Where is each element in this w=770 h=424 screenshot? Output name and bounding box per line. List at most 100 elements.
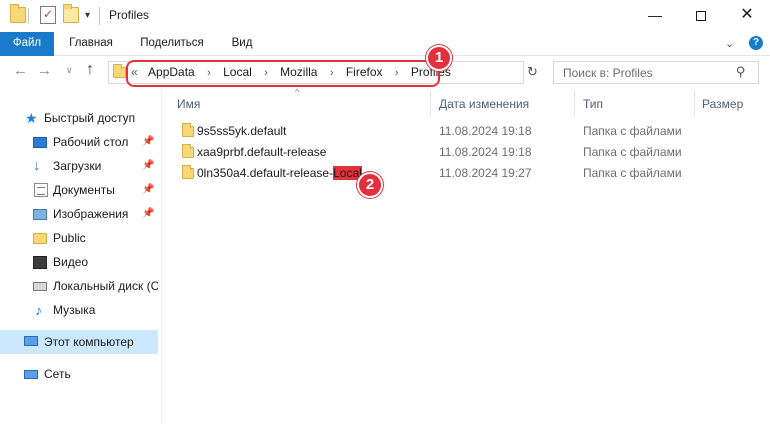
music-icon: ♪ bbox=[35, 302, 42, 318]
column-header-name[interactable]: Имя bbox=[177, 93, 200, 115]
maximize-button[interactable] bbox=[678, 0, 724, 32]
sidebar-item-pictures[interactable]: Изображения 📌 bbox=[0, 202, 158, 226]
tab-home[interactable]: Главная bbox=[60, 32, 122, 56]
navigation-pane: ★ Быстрый доступ Рабочий стол 📌 ↓ Загруз… bbox=[0, 90, 158, 424]
table-row[interactable]: xaa9prbf.default-release 11.08.2024 19:1… bbox=[162, 142, 770, 163]
file-date: 11.08.2024 19:27 bbox=[439, 166, 532, 180]
chevron-right-icon[interactable]: › bbox=[330, 63, 334, 84]
file-list: ^ Имя Дата изменения Тип Размер 9s5ss5yk… bbox=[162, 87, 770, 424]
search-input[interactable]: Поиск в: Profiles ⚲ bbox=[553, 61, 759, 84]
recent-locations-chevron-icon[interactable]: ∨ bbox=[66, 65, 73, 76]
sidebar-item-label: Музыка bbox=[53, 303, 96, 317]
tab-share[interactable]: Поделиться bbox=[132, 32, 212, 56]
column-header-type[interactable]: Тип bbox=[583, 93, 603, 115]
column-divider[interactable] bbox=[430, 90, 431, 116]
pin-icon[interactable]: 📌 bbox=[142, 130, 154, 154]
breadcrumb-appdata[interactable]: AppData bbox=[148, 62, 195, 83]
pin-icon[interactable]: 📌 bbox=[142, 202, 154, 226]
title-divider bbox=[99, 7, 100, 25]
file-name: xaa9prbf.default-release bbox=[197, 145, 327, 159]
file-name: 9s5ss5yk.default bbox=[197, 124, 287, 138]
address-bar[interactable]: « AppData › Local › Mozilla › Firefox › … bbox=[108, 61, 627, 84]
download-icon: ↓ bbox=[33, 157, 41, 174]
file-name-highlight: Local bbox=[333, 166, 362, 180]
chevron-right-icon[interactable]: › bbox=[264, 63, 268, 84]
properties-icon[interactable] bbox=[40, 6, 56, 24]
sidebar-item-label: Быстрый доступ bbox=[44, 111, 136, 125]
chevron-right-icon[interactable]: › bbox=[395, 63, 399, 84]
disk-icon bbox=[33, 282, 47, 291]
folder-icon[interactable] bbox=[10, 4, 26, 23]
pin-icon[interactable]: 📌 bbox=[142, 154, 154, 178]
up-button[interactable]: ↑ bbox=[86, 61, 94, 79]
toolbar-divider bbox=[28, 8, 29, 24]
back-button[interactable]: ← bbox=[13, 62, 28, 79]
forward-button[interactable]: → bbox=[37, 62, 52, 79]
video-icon bbox=[33, 256, 47, 269]
sidebar-item-label: Изображения bbox=[53, 207, 129, 221]
close-button[interactable]: ✕ bbox=[724, 0, 770, 32]
file-type: Папка с файлами bbox=[583, 124, 682, 138]
search-placeholder: Поиск в: Profiles bbox=[563, 66, 653, 80]
table-row[interactable]: 9s5ss5yk.default 11.08.2024 19:18 Папка … bbox=[162, 121, 770, 142]
breadcrumb-overflow-icon[interactable]: « bbox=[131, 62, 138, 83]
file-date: 11.08.2024 19:18 bbox=[439, 145, 532, 159]
annotation-badge-2: 2 bbox=[357, 172, 383, 198]
minimize-button[interactable]: — bbox=[632, 0, 678, 32]
breadcrumb-mozilla[interactable]: Mozilla bbox=[280, 62, 317, 83]
expand-ribbon-icon[interactable]: ⌄ bbox=[725, 37, 734, 50]
file-name-main: 0ln350a4.default-release- bbox=[197, 166, 334, 180]
tab-file[interactable]: Файл bbox=[0, 32, 54, 56]
column-divider[interactable] bbox=[694, 90, 695, 116]
pin-icon[interactable]: 📌 bbox=[142, 178, 154, 202]
file-type: Папка с файлами bbox=[583, 166, 682, 180]
network-icon bbox=[24, 370, 38, 379]
file-date: 11.08.2024 19:18 bbox=[439, 124, 532, 138]
sidebar-item-label: Документы bbox=[53, 183, 115, 197]
help-icon[interactable]: ? bbox=[749, 36, 763, 50]
star-icon: ★ bbox=[25, 110, 38, 126]
ribbon-tabs: Файл Главная Поделиться Вид ⌄ ? bbox=[0, 32, 770, 56]
sidebar-item-downloads[interactable]: ↓ Загрузки 📌 bbox=[0, 154, 158, 178]
sidebar-item-public[interactable]: Public bbox=[0, 226, 158, 250]
sidebar-item-label: Рабочий стол bbox=[53, 135, 129, 149]
table-row[interactable]: 0ln350a4.default-release-Local 11.08.202… bbox=[162, 163, 770, 184]
folder-icon bbox=[113, 64, 126, 78]
folder-icon bbox=[33, 233, 47, 244]
customize-toolbar-chevron-icon[interactable]: ▾ bbox=[85, 10, 90, 21]
title-bar: ▾ Profiles — ✕ bbox=[0, 0, 770, 32]
sidebar-item-label: Загрузки bbox=[53, 159, 102, 173]
tab-view[interactable]: Вид bbox=[222, 32, 262, 56]
breadcrumb-local[interactable]: Local bbox=[223, 62, 252, 83]
sidebar-item-local-disk[interactable]: Локальный диск (C bbox=[0, 274, 158, 298]
navigation-bar: ← → ∨ ↑ « AppData › Local › Mozilla › Fi… bbox=[0, 56, 770, 90]
folder-icon bbox=[182, 165, 194, 179]
sort-ascending-icon: ^ bbox=[295, 87, 300, 97]
sidebar-item-label: Видео bbox=[53, 255, 89, 269]
new-folder-icon[interactable] bbox=[63, 4, 79, 23]
maximize-icon bbox=[696, 11, 706, 22]
documents-icon bbox=[34, 183, 48, 197]
search-icon[interactable]: ⚲ bbox=[736, 64, 746, 80]
pictures-icon bbox=[33, 209, 47, 220]
sidebar-item-documents[interactable]: Документы 📌 bbox=[0, 178, 158, 202]
sidebar-item-network[interactable]: Сеть bbox=[0, 362, 158, 386]
annotation-badge-1: 1 bbox=[426, 45, 452, 71]
folder-icon bbox=[182, 144, 194, 158]
folder-icon bbox=[182, 123, 194, 137]
breadcrumb: « AppData › Local › Mozilla › Firefox › … bbox=[131, 62, 451, 83]
chevron-right-icon[interactable]: › bbox=[207, 63, 211, 84]
column-divider[interactable] bbox=[574, 90, 575, 116]
sidebar-item-video[interactable]: Видео bbox=[0, 250, 158, 274]
sidebar-item-quick-access[interactable]: ★ Быстрый доступ bbox=[0, 106, 158, 130]
column-header-date[interactable]: Дата изменения bbox=[439, 93, 529, 115]
refresh-icon[interactable]: ↻ bbox=[527, 64, 538, 80]
breadcrumb-firefox[interactable]: Firefox bbox=[346, 62, 383, 83]
sidebar-item-label: Этот компьютер bbox=[44, 335, 134, 349]
sidebar-item-this-pc[interactable]: Этот компьютер bbox=[0, 330, 158, 354]
column-header-size[interactable]: Размер bbox=[702, 93, 743, 115]
sidebar-item-desktop[interactable]: Рабочий стол 📌 bbox=[0, 130, 158, 154]
sidebar-item-music[interactable]: ♪ Музыка bbox=[0, 298, 158, 322]
sidebar-item-label: Public bbox=[53, 231, 86, 245]
computer-icon bbox=[24, 336, 38, 346]
